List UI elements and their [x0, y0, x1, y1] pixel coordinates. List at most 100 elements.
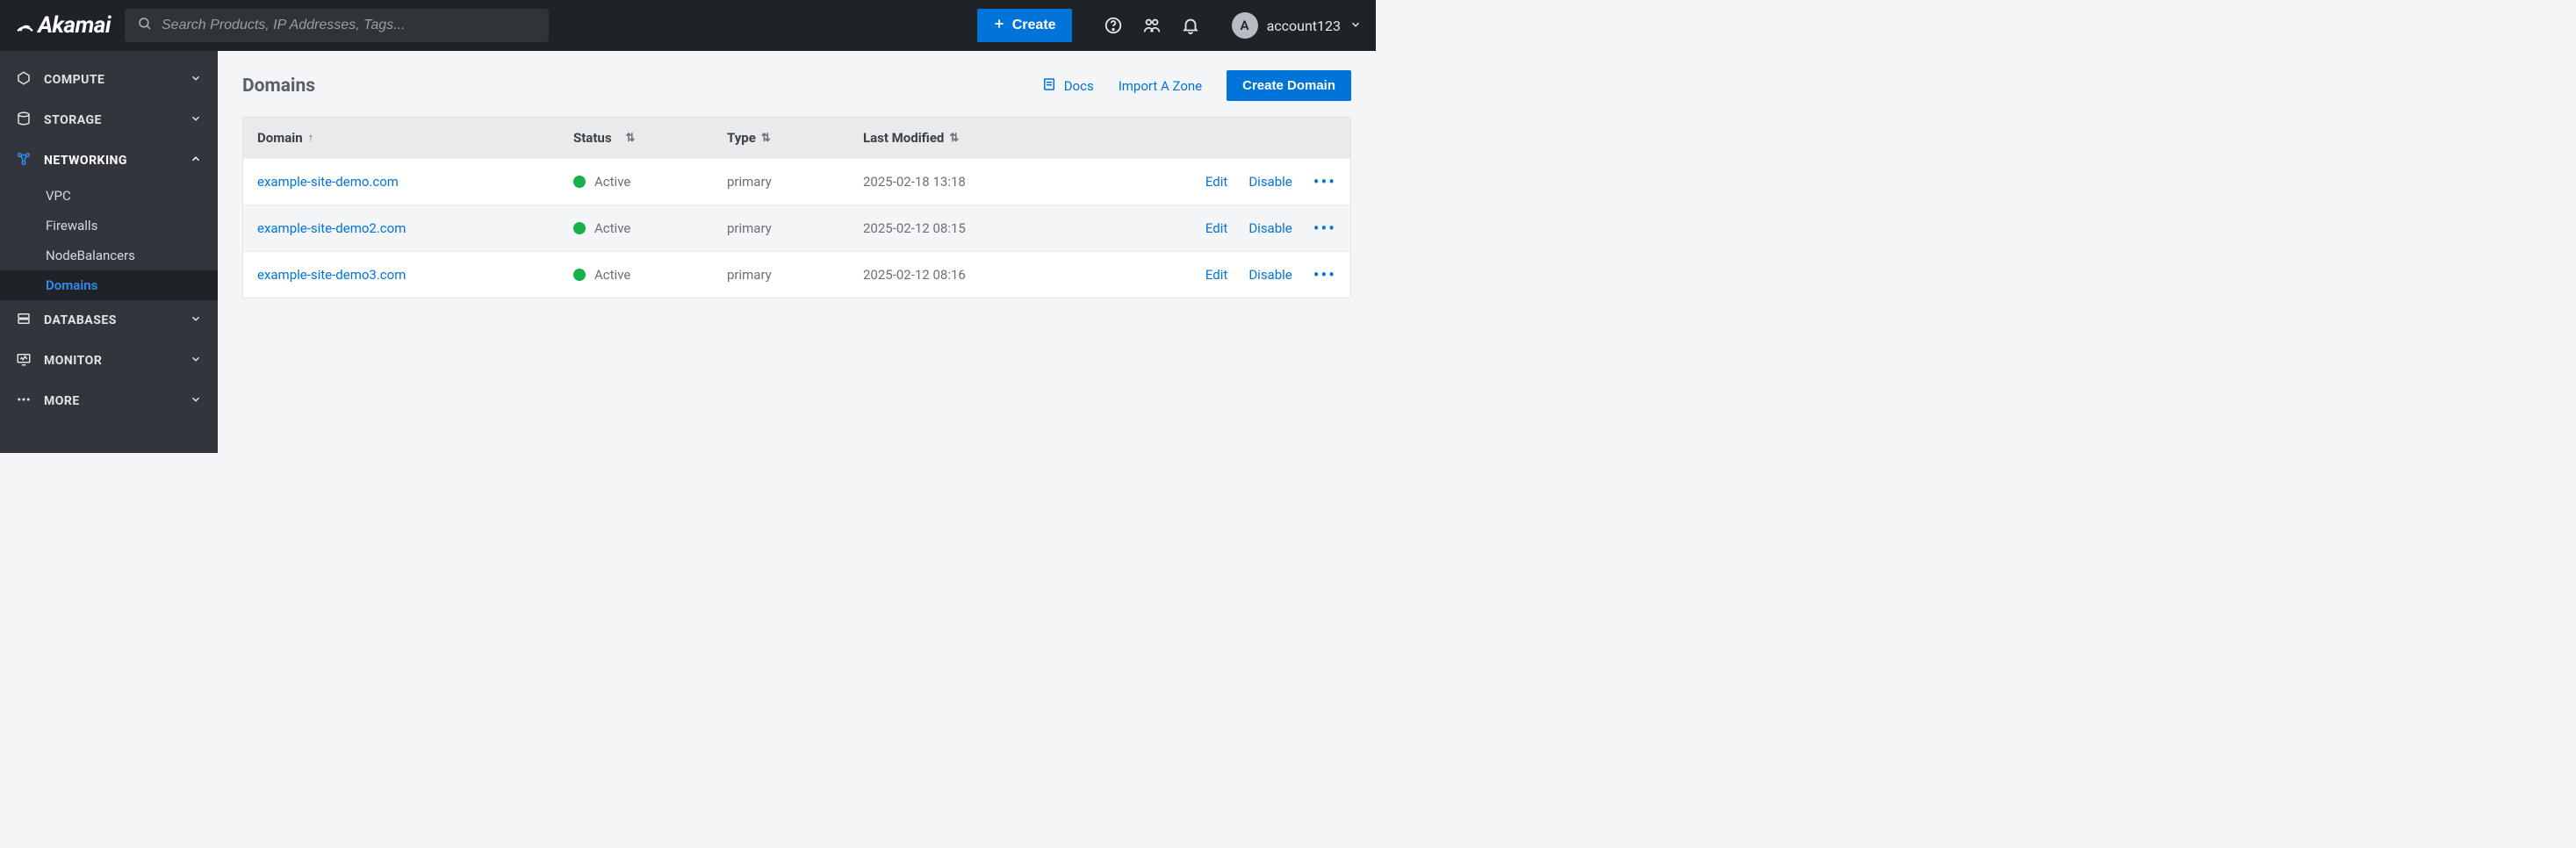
more-icon: [16, 392, 32, 411]
sidebar-item-label: NodeBalancers: [46, 248, 135, 263]
sidebar-item-vpc[interactable]: VPC: [0, 181, 218, 211]
th-domain[interactable]: Domain ↑: [257, 130, 573, 146]
plus-icon: [993, 18, 1005, 34]
topbar: Akamai Create A account123: [0, 0, 1376, 51]
chevron-down-icon: [190, 393, 202, 409]
domain-link[interactable]: example-site-demo2.com: [257, 220, 406, 236]
chevron-up-icon: [190, 153, 202, 169]
search-icon: [137, 16, 153, 35]
sidebar-group-compute[interactable]: COMPUTE: [0, 60, 218, 100]
more-actions-icon[interactable]: •••: [1313, 264, 1336, 285]
bell-icon[interactable]: [1181, 16, 1200, 35]
create-button[interactable]: Create: [977, 9, 1072, 42]
brand-logo[interactable]: Akamai: [14, 12, 111, 39]
status-dot-icon: [573, 222, 586, 234]
more-actions-icon[interactable]: •••: [1313, 171, 1336, 192]
modified-text: 2025-02-12 08:15: [863, 220, 1153, 236]
main-content: Domains Docs Import A Zone Create Domain…: [218, 51, 1376, 453]
sidebar-group-label: MORE: [44, 394, 80, 408]
sidebar-item-label: Domains: [46, 277, 97, 293]
community-icon[interactable]: [1142, 16, 1162, 35]
chevron-down-icon: [190, 112, 202, 128]
th-type[interactable]: Type ⇅: [727, 130, 863, 146]
server-icon: [16, 311, 32, 330]
domain-link[interactable]: example-site-demo.com: [257, 174, 399, 190]
th-label: Type: [727, 130, 756, 146]
database-icon: [16, 111, 32, 130]
account-menu[interactable]: A account123: [1232, 12, 1362, 39]
domains-table: Domain ↑ Status ⇅ Type ⇅ Last Modified ⇅…: [242, 117, 1351, 298]
sidebar-item-firewalls[interactable]: Firewalls: [0, 211, 218, 241]
create-domain-label: Create Domain: [1242, 78, 1335, 93]
sidebar-group-databases[interactable]: DATABASES: [0, 300, 218, 341]
sidebar-group-networking[interactable]: NETWORKING: [0, 140, 218, 181]
sidebar-group-label: STORAGE: [44, 113, 102, 127]
create-button-label: Create: [1012, 18, 1056, 33]
avatar-letter: A: [1241, 18, 1249, 33]
page-title: Domains: [242, 75, 315, 97]
monitor-icon: [16, 351, 32, 370]
type-text: primary: [727, 220, 863, 236]
disable-action[interactable]: Disable: [1248, 267, 1292, 283]
chevron-down-icon: [1349, 18, 1362, 34]
docs-label: Docs: [1064, 78, 1094, 94]
network-icon: [16, 151, 32, 170]
topbar-icon-group: [1104, 16, 1200, 35]
brand-text: Akamai: [38, 12, 111, 39]
sort-icon: ⇅: [761, 132, 771, 145]
more-actions-icon[interactable]: •••: [1313, 218, 1336, 239]
modified-text: 2025-02-18 13:18: [863, 174, 1153, 190]
sidebar-group-label: COMPUTE: [44, 73, 104, 87]
account-name: account123: [1267, 18, 1341, 34]
help-icon[interactable]: [1104, 16, 1123, 35]
status-dot-icon: [573, 269, 586, 281]
import-zone-label: Import A Zone: [1119, 78, 1202, 94]
search-bar[interactable]: [125, 9, 549, 42]
table-body: example-site-demo.comActiveprimary2025-0…: [243, 158, 1350, 298]
type-text: primary: [727, 267, 863, 283]
disable-action[interactable]: Disable: [1248, 174, 1292, 190]
hexagon-icon: [16, 70, 32, 90]
table-row: example-site-demo2.com Active primary2025-…: [243, 205, 1350, 251]
page-header: Domains Docs Import A Zone Create Domain: [242, 70, 1351, 101]
sidebar-group-label: MONITOR: [44, 354, 102, 368]
sidebar-group-label: DATABASES: [44, 313, 117, 327]
edit-action[interactable]: Edit: [1205, 267, 1227, 283]
sidebar: COMPUTE STORAGE NETWORKING VPC Firewalls…: [0, 51, 218, 453]
import-zone-link[interactable]: Import A Zone: [1119, 78, 1202, 94]
search-input[interactable]: [162, 18, 536, 33]
sidebar-group-more[interactable]: MORE: [0, 381, 218, 421]
th-status[interactable]: Status ⇅: [573, 130, 727, 146]
sort-icon: ⇅: [626, 132, 636, 145]
sidebar-group-storage[interactable]: STORAGE: [0, 100, 218, 140]
domain-link[interactable]: example-site-demo3.com: [257, 267, 406, 283]
th-label: Status: [573, 130, 612, 146]
docs-link[interactable]: Docs: [1041, 76, 1094, 96]
sidebar-item-label: Firewalls: [46, 218, 97, 234]
edit-action[interactable]: Edit: [1205, 220, 1227, 236]
th-label: Domain: [257, 130, 303, 146]
modified-text: 2025-02-12 08:16: [863, 267, 1153, 283]
docs-icon: [1041, 76, 1057, 96]
table-row: example-site-demo3.com Active primary2025-…: [243, 251, 1350, 298]
disable-action[interactable]: Disable: [1248, 220, 1292, 236]
status-text: Active: [594, 220, 630, 236]
avatar: A: [1232, 12, 1258, 39]
sidebar-group-monitor[interactable]: MONITOR: [0, 341, 218, 381]
status-text: Active: [594, 267, 630, 283]
type-text: primary: [727, 174, 863, 190]
edit-action[interactable]: Edit: [1205, 174, 1227, 190]
sidebar-item-domains[interactable]: Domains: [0, 270, 218, 300]
status-text: Active: [594, 174, 630, 190]
page-actions: Docs Import A Zone Create Domain: [1041, 70, 1351, 101]
chevron-down-icon: [190, 72, 202, 88]
sidebar-group-label: NETWORKING: [44, 154, 127, 168]
create-domain-button[interactable]: Create Domain: [1227, 70, 1351, 101]
table-header-row: Domain ↑ Status ⇅ Type ⇅ Last Modified ⇅: [243, 118, 1350, 158]
status-dot-icon: [573, 176, 586, 188]
sidebar-item-nodebalancers[interactable]: NodeBalancers: [0, 241, 218, 270]
table-row: example-site-demo.com Active primary2025-0…: [243, 158, 1350, 205]
th-modified[interactable]: Last Modified ⇅: [863, 130, 1153, 146]
sort-icon: ⇅: [949, 132, 959, 145]
sort-asc-icon: ↑: [308, 131, 314, 145]
